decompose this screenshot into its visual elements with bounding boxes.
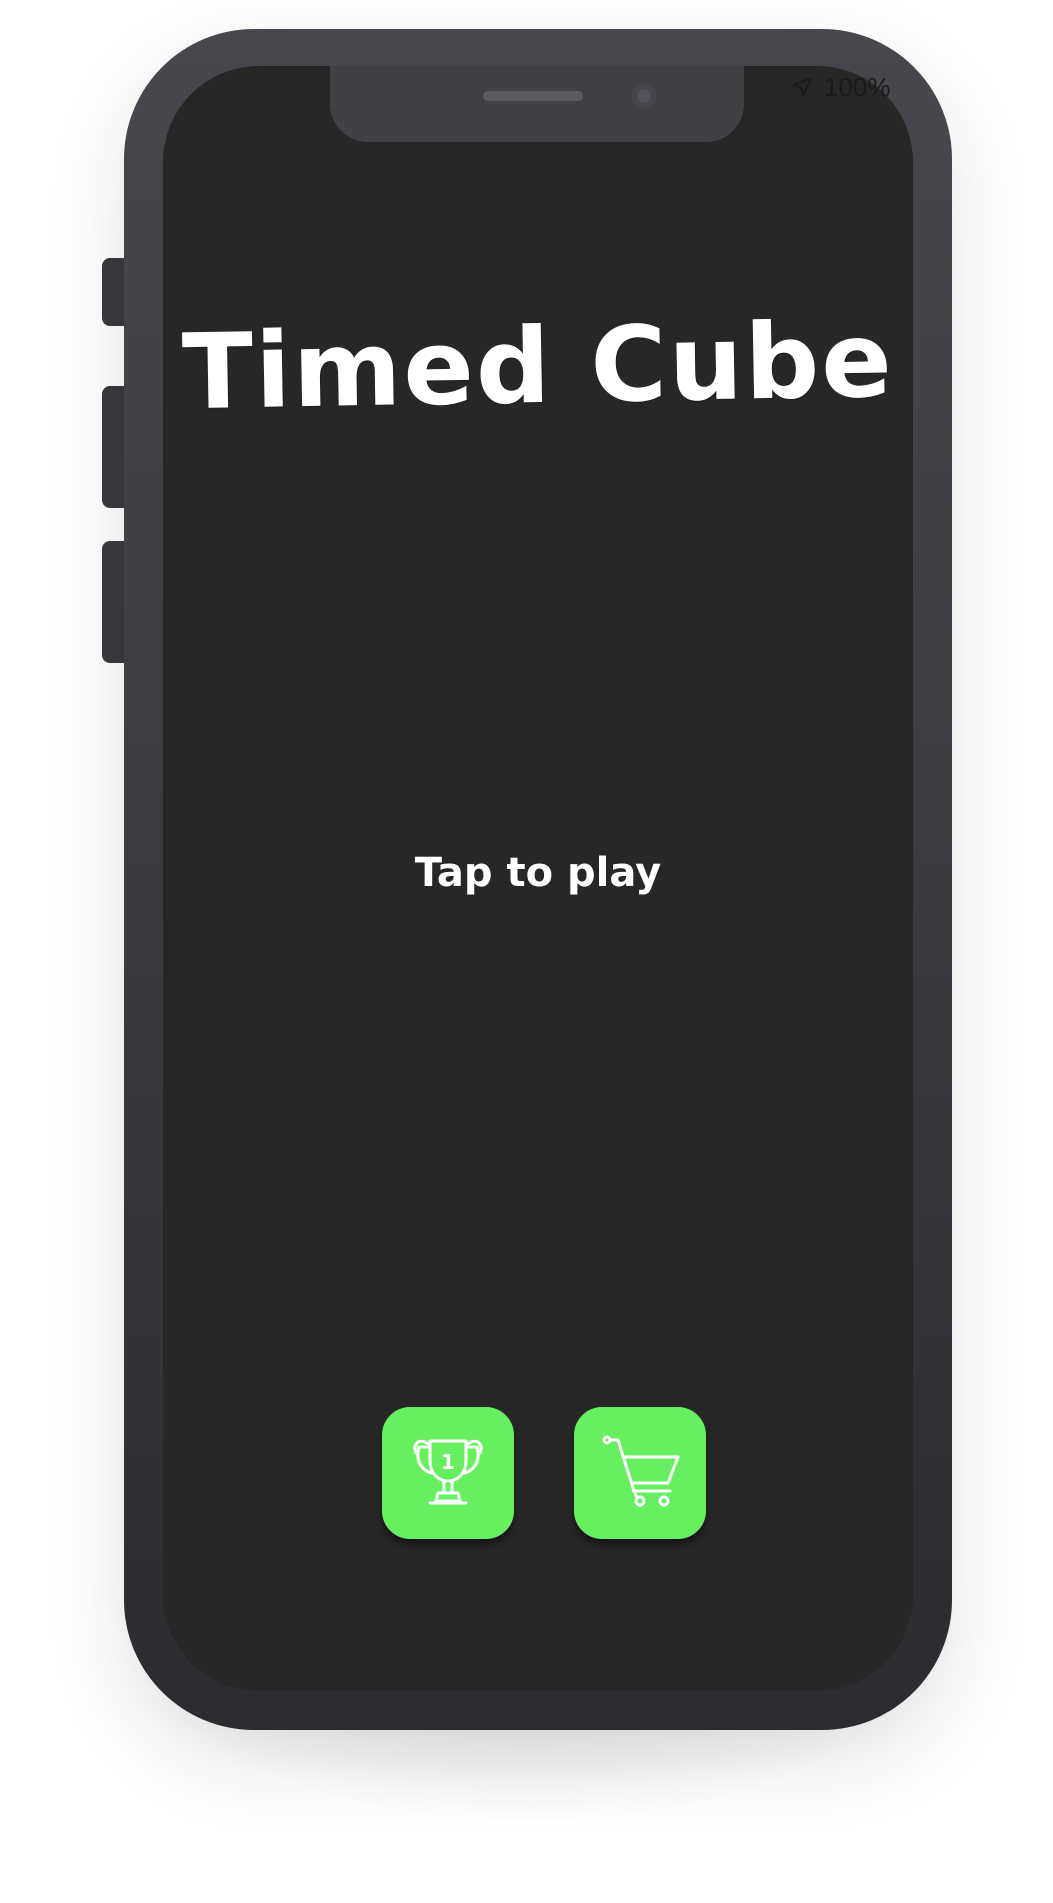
battery-percentage: 100%: [824, 71, 891, 102]
notch: [330, 66, 744, 142]
leaderboard-button[interactable]: 1: [382, 1407, 514, 1539]
trophy-badge-number: 1: [441, 1450, 455, 1474]
game-title: Timed Cube: [181, 298, 895, 434]
status-bar: 100%: [790, 70, 894, 104]
front-camera: [632, 84, 656, 108]
shop-button[interactable]: [574, 1407, 706, 1539]
tap-to-play-prompt[interactable]: Tap to play: [163, 850, 913, 896]
app-canvas: 100% Timed Cube Tap to play 1: [0, 0, 1053, 1903]
location-arrow-icon: [792, 77, 812, 97]
shopping-cart-icon: [602, 1435, 680, 1507]
earpiece-speaker: [483, 91, 583, 101]
trophy-icon: 1: [413, 1439, 483, 1505]
